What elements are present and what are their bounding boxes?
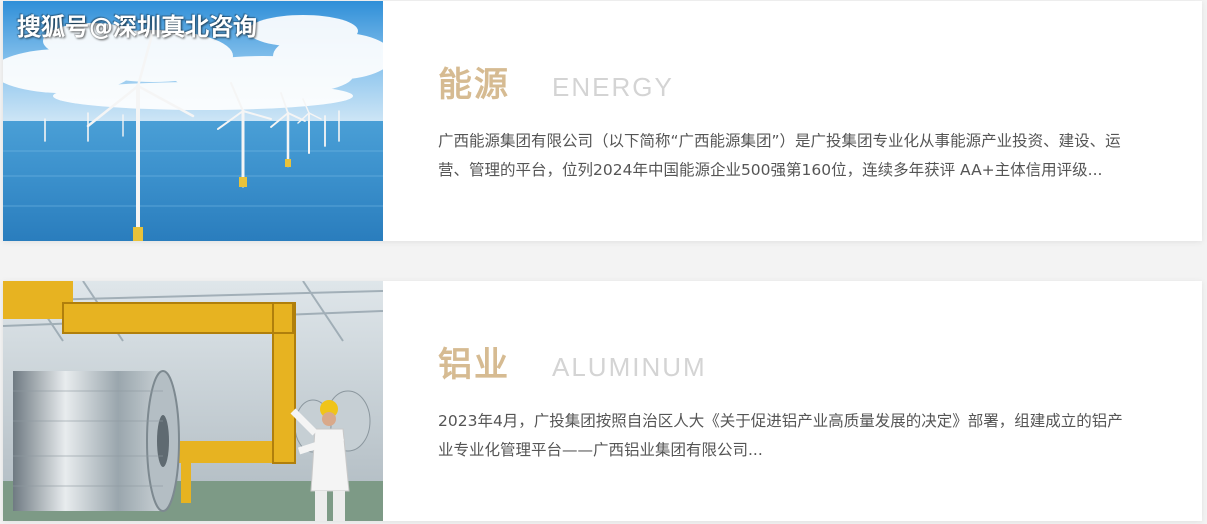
aluminum-card[interactable]: 铝业 ALUMINUM 2023年4月，广投集团按照自治区人大《关于促进铝产业高… <box>3 281 1202 521</box>
wind-farm-image: 搜狐号@深圳真北咨询 <box>3 1 383 241</box>
energy-body: 能源 ENERGY 广西能源集团有限公司（以下简称“广西能源集团”）是广投集团专… <box>383 1 1202 241</box>
section-title-en: ALUMINUM <box>552 352 707 382</box>
section-description: 2023年4月，广投集团按照自治区人大《关于促进铝产业高质量发展的决定》部署，组… <box>438 412 1123 459</box>
energy-card[interactable]: 搜狐号@深圳真北咨询 能源 ENERGY 广西能源集团有限公司（以下简称“广西能… <box>3 1 1202 241</box>
page: 搜狐号@深圳真北咨询 能源 ENERGY 广西能源集团有限公司（以下简称“广西能… <box>0 0 1207 524</box>
section-title: 能源 <box>438 65 510 105</box>
aluminum-body: 铝业 ALUMINUM 2023年4月，广投集团按照自治区人大《关于促进铝产业高… <box>383 281 1202 521</box>
section-title: 铝业 <box>438 345 510 385</box>
section-description: 广西能源集团有限公司（以下简称“广西能源集团”）是广投集团专业化从事能源产业投资… <box>438 132 1121 179</box>
watermark-text: 搜狐号@深圳真北咨询 <box>17 13 257 41</box>
aluminum-factory-image <box>3 281 383 521</box>
section-title-en: ENERGY <box>552 72 674 102</box>
